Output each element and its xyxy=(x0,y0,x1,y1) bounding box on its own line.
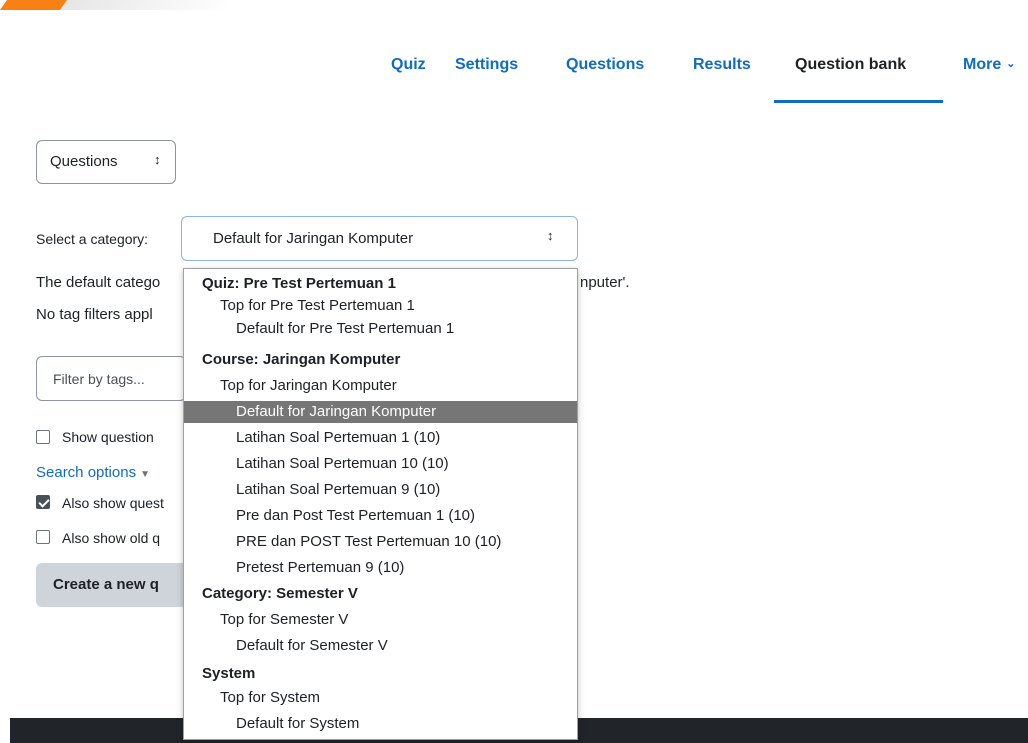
search-options-label: Search options xyxy=(36,464,137,481)
dropdown-option[interactable]: Pre dan Post Test Pertemuan 1 (10) xyxy=(184,505,577,527)
dropdown-group-header: Quiz: Pre Test Pertemuan 1 xyxy=(202,275,396,292)
tag-filter-info: No tag filters appl xyxy=(36,306,153,323)
also-show-old-label: Also show old q xyxy=(62,530,161,546)
select-arrows-icon: ↕ xyxy=(547,228,554,243)
dropdown-group-header: System xyxy=(202,665,256,682)
select-arrows-icon: ↕ xyxy=(154,152,161,167)
filter-tags-input[interactable]: Filter by tags... xyxy=(36,356,186,401)
also-show-subcategories-checkbox[interactable] xyxy=(36,495,50,509)
dropdown-option[interactable]: PRE dan POST Test Pertemuan 10 (10) xyxy=(184,531,577,553)
also-show-old-checkbox[interactable] xyxy=(36,530,50,544)
dropdown-option[interactable]: Top for Jaringan Komputer xyxy=(184,375,577,397)
default-category-info: The default catego xyxy=(36,274,161,291)
create-button-label: Create a new q xyxy=(53,576,159,593)
category-select[interactable]: Default for Jaringan Komputer ↕ xyxy=(181,216,578,261)
active-tab-indicator xyxy=(774,100,943,103)
show-question-text-checkbox[interactable] xyxy=(36,430,50,444)
tab-results[interactable]: Results xyxy=(693,56,751,74)
show-question-text-label: Show question xyxy=(62,429,154,445)
dropdown-option[interactable]: Default for Semester V xyxy=(184,635,577,657)
tab-settings[interactable]: Settings xyxy=(455,56,518,74)
dropdown-option[interactable]: Top for System xyxy=(184,687,577,709)
dropdown-option[interactable]: Latihan Soal Pertemuan 1 (10) xyxy=(184,427,577,449)
tab-question-bank[interactable]: Question bank xyxy=(795,56,906,74)
filter-tags-placeholder: Filter by tags... xyxy=(53,371,145,387)
dropdown-option[interactable]: Latihan Soal Pertemuan 9 (10) xyxy=(184,479,577,501)
secondary-navigation: Quiz Settings Questions Results Question… xyxy=(0,50,1028,104)
search-options-toggle[interactable]: Search options ▼ xyxy=(36,464,150,481)
tab-more[interactable]: More ⌄ xyxy=(963,56,1015,74)
tab-quiz[interactable]: Quiz xyxy=(391,56,426,74)
also-show-subcategories-label: Also show quest xyxy=(62,495,164,511)
default-category-info-end: nputer'. xyxy=(580,274,630,291)
category-select-value: Default for Jaringan Komputer xyxy=(213,230,414,247)
chevron-down-icon: ⌄ xyxy=(1006,58,1016,70)
dropdown-option-selected[interactable]: Default for Jaringan Komputer xyxy=(184,401,577,423)
category-label: Select a category: xyxy=(36,231,149,247)
section-select-value: Questions xyxy=(50,153,118,170)
category-dropdown-list: Quiz: Pre Test Pertemuan 1 Top for Pre T… xyxy=(183,268,578,740)
tab-questions[interactable]: Questions xyxy=(566,56,644,74)
dropdown-group-header: Course: Jaringan Komputer xyxy=(202,351,401,368)
dropdown-option[interactable]: Pretest Pertemuan 9 (10) xyxy=(184,557,577,579)
caret-down-icon: ▼ xyxy=(140,469,150,480)
create-new-question-button[interactable]: Create a new q xyxy=(36,563,196,607)
logo-banner xyxy=(0,0,230,10)
dropdown-option[interactable]: Default for System xyxy=(184,713,577,735)
dropdown-option[interactable]: Default for Pre Test Pertemuan 1 xyxy=(184,318,577,340)
dropdown-option[interactable]: Latihan Soal Pertemuan 10 (10) xyxy=(184,453,577,475)
dropdown-option[interactable]: Top for Semester V xyxy=(184,609,577,631)
tab-more-label: More xyxy=(963,56,1002,73)
dropdown-group-header: Category: Semester V xyxy=(202,585,358,602)
dropdown-option[interactable]: Top for Pre Test Pertemuan 1 xyxy=(184,295,577,317)
question-bank-section-select[interactable]: Questions ↕ xyxy=(36,140,176,184)
